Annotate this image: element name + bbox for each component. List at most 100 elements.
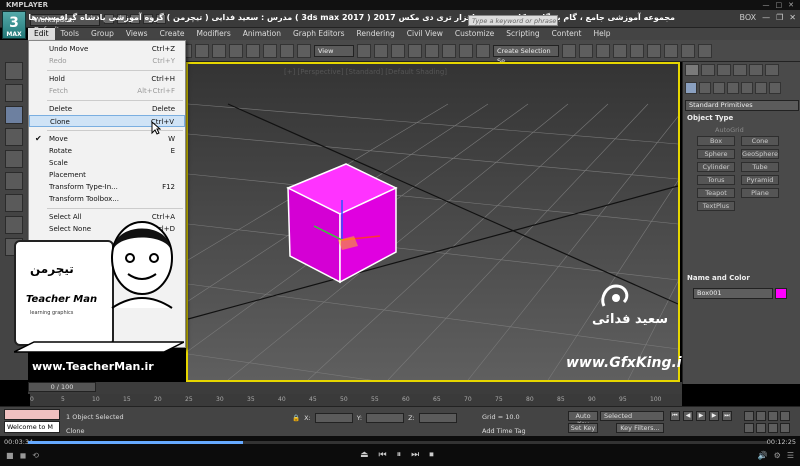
menu-item-fetch[interactable]: Fetch Alt+Ctrl+F xyxy=(29,85,185,97)
select-by-name-icon[interactable] xyxy=(195,43,209,58)
unlink-icon[interactable] xyxy=(5,84,23,102)
pause-icon[interactable]: ⏸ xyxy=(397,450,402,460)
menu-views[interactable]: Views xyxy=(120,28,154,40)
display-tab-icon[interactable] xyxy=(749,64,763,76)
systems-icon[interactable] xyxy=(769,82,781,94)
volume-icon[interactable]: 🔊 xyxy=(758,451,768,460)
pan-icon[interactable] xyxy=(756,423,766,433)
previous-icon[interactable]: ⏮ xyxy=(379,450,387,460)
primitive-cylinder-button[interactable]: Cylinder xyxy=(697,162,735,172)
teacher-url[interactable]: www.TeacherMan.ir xyxy=(32,360,154,373)
cameras-icon[interactable] xyxy=(727,82,739,94)
angle-snap-icon[interactable] xyxy=(425,43,439,58)
menu-graph-editors[interactable]: Graph Editors xyxy=(287,28,351,40)
subtitle-icon[interactable]: ◼ xyxy=(20,451,27,460)
zoom-extents-icon[interactable] xyxy=(768,411,778,421)
geometry-icon[interactable] xyxy=(685,82,697,94)
z-field[interactable] xyxy=(418,413,457,423)
playlist-icon[interactable]: ☰ xyxy=(787,451,794,460)
viewport-scene[interactable]: [+] [Perspective] [Standard] [Default Sh… xyxy=(188,64,678,380)
reference-coordinate-dropdown[interactable]: View xyxy=(314,44,354,57)
repeat-icon[interactable]: ⟲ xyxy=(32,451,39,460)
bind-space-warp-icon[interactable] xyxy=(5,106,23,124)
select-scale-icon[interactable] xyxy=(5,194,23,212)
snaps-icon[interactable] xyxy=(408,43,422,58)
align-icon[interactable] xyxy=(579,43,593,58)
primitive-geosphere-button[interactable]: GeoSphere xyxy=(741,149,779,159)
primitive-tube-button[interactable]: Tube xyxy=(741,162,779,172)
search-input[interactable]: Type a keyword or phrase xyxy=(468,15,558,26)
restore-icon[interactable]: ❐ xyxy=(776,13,783,22)
goto-end-icon[interactable]: ⏭ xyxy=(722,411,732,421)
auto-key-button[interactable]: Auto Key xyxy=(568,411,598,428)
menu-scripting[interactable]: Scripting xyxy=(500,28,545,40)
select-link-icon[interactable] xyxy=(5,62,23,80)
primitive-cone-button[interactable]: Cone xyxy=(741,136,779,146)
menu-civil-view[interactable]: Civil View xyxy=(401,28,449,40)
menu-content[interactable]: Content xyxy=(546,28,588,40)
next-icon[interactable]: ⏭ xyxy=(411,450,419,460)
add-time-tag[interactable]: Add Time Tag xyxy=(482,427,526,435)
render-frame-icon[interactable] xyxy=(681,43,695,58)
menu-tools[interactable]: Tools xyxy=(55,28,85,40)
key-set-dropdown[interactable]: Selected xyxy=(600,411,664,421)
minimize-icon[interactable]: — xyxy=(762,13,770,22)
object-color-swatch[interactable] xyxy=(775,288,787,299)
lock-icon[interactable]: 🔒 xyxy=(292,414,300,422)
rotate-icon[interactable] xyxy=(263,43,277,58)
menu-item-redo[interactable]: Redo Ctrl+Y xyxy=(29,55,185,67)
utilities-tab-icon[interactable] xyxy=(765,64,779,76)
lights-icon[interactable] xyxy=(713,82,725,94)
select-move-icon[interactable] xyxy=(5,150,23,168)
menu-rendering[interactable]: Rendering xyxy=(350,28,400,40)
menu-group[interactable]: Group xyxy=(85,28,120,40)
primitive-pyramid-button[interactable]: Pyramid xyxy=(741,175,779,185)
object-type-rollout[interactable]: Object Type xyxy=(687,114,797,124)
player-seek-bar[interactable] xyxy=(28,441,768,444)
primitive-box-button[interactable]: Box xyxy=(697,136,735,146)
category-dropdown[interactable]: Standard Primitives xyxy=(685,100,799,111)
name-color-rollout[interactable]: Name and Color xyxy=(687,274,797,284)
menu-item-transform-toolbox[interactable]: Transform Toolbox... xyxy=(29,193,185,205)
move-icon[interactable] xyxy=(246,43,260,58)
next-frame-icon[interactable]: ▶ xyxy=(709,411,719,421)
selection-filter-icon[interactable] xyxy=(5,128,23,146)
maximize-icon[interactable]: □ xyxy=(776,1,783,9)
edit-named-selection-icon[interactable] xyxy=(476,43,490,58)
select-rotate-icon[interactable] xyxy=(5,172,23,190)
menu-item-move[interactable]: ✔ Move W xyxy=(29,133,185,145)
maxscript-listener[interactable] xyxy=(4,409,60,420)
primitive-torus-button[interactable]: Torus xyxy=(697,175,735,185)
menu-item-clone[interactable]: Clone Ctrl+V xyxy=(29,115,185,127)
spinner-snap-icon[interactable] xyxy=(459,43,473,58)
set-key-button[interactable]: Set Key xyxy=(568,423,598,433)
stop-playback-icon[interactable]: ⏹ xyxy=(429,450,434,460)
fov-icon[interactable] xyxy=(744,423,754,433)
percent-snap-icon[interactable] xyxy=(442,43,456,58)
viewport-label[interactable]: [+] [Perspective] [Standard] [Default Sh… xyxy=(284,68,447,76)
perspective-viewport[interactable]: [+] [Perspective] [Standard] [Default Sh… xyxy=(186,62,680,382)
menu-item-scale[interactable]: Scale xyxy=(29,157,185,169)
maxscript-mini-listener[interactable]: Welcome to M xyxy=(4,421,60,433)
menu-edit[interactable]: Edit xyxy=(28,28,55,40)
placement-icon[interactable] xyxy=(297,43,311,58)
orbit-icon[interactable] xyxy=(768,423,778,433)
window-crossing-icon[interactable] xyxy=(229,43,243,58)
mirror-icon[interactable] xyxy=(562,43,576,58)
material-editor-icon[interactable] xyxy=(647,43,661,58)
render-setup-icon[interactable] xyxy=(664,43,678,58)
maximize-viewport-icon[interactable] xyxy=(780,423,790,433)
prev-frame-icon[interactable]: ◀ xyxy=(683,411,693,421)
scale-icon[interactable] xyxy=(280,43,294,58)
keyboard-shortcut-icon[interactable] xyxy=(391,43,405,58)
motion-tab-icon[interactable] xyxy=(733,64,747,76)
zoom-extents-all-icon[interactable] xyxy=(780,411,790,421)
zoom-all-icon[interactable] xyxy=(756,411,766,421)
menu-customize[interactable]: Customize xyxy=(449,28,500,40)
zoom-icon[interactable] xyxy=(744,411,754,421)
menu-item-hold[interactable]: Hold Ctrl+H xyxy=(29,73,185,85)
stop-icon[interactable]: ■ xyxy=(6,451,14,460)
primitive-teapot-button[interactable]: Teapot xyxy=(697,188,735,198)
menu-item-placement[interactable]: Placement xyxy=(29,169,185,181)
close-icon[interactable]: ✕ xyxy=(788,1,794,9)
